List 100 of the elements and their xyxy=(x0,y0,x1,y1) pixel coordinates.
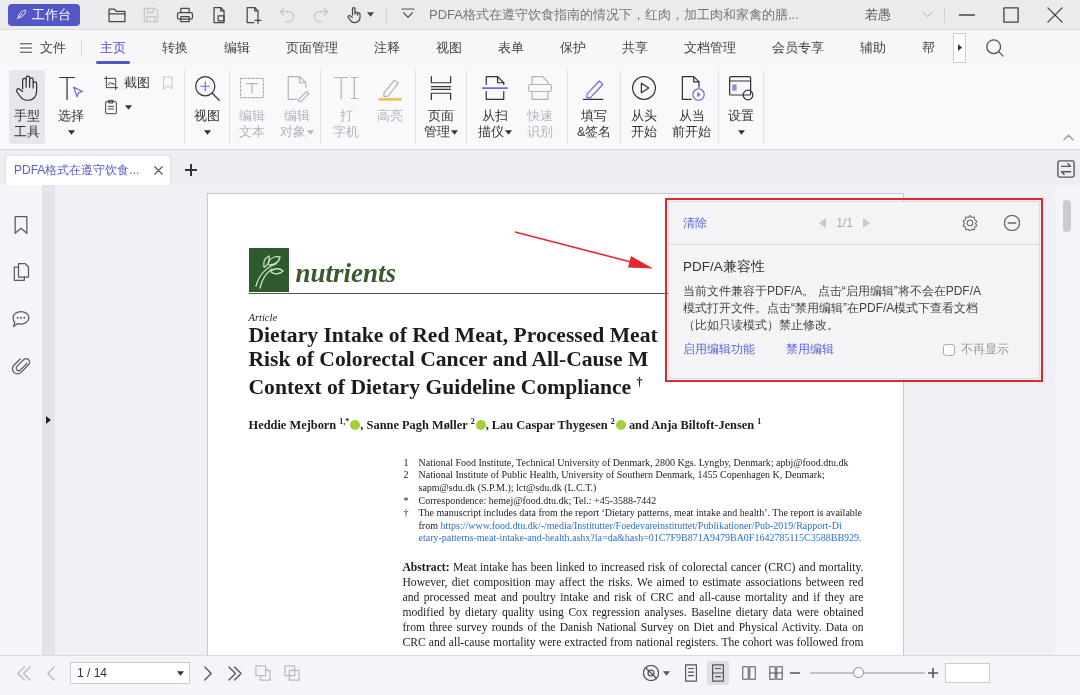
snapshot-button[interactable]: 截图 xyxy=(103,72,150,94)
workspace-button[interactable]: 工作台 xyxy=(8,3,80,26)
caret-icon[interactable] xyxy=(204,130,211,136)
document-tab[interactable]: PDFA格式在遵守饮食... xyxy=(5,155,171,185)
caret-icon[interactable] xyxy=(68,130,75,136)
menu-tab[interactable]: 注释 xyxy=(356,30,418,65)
menu-tab[interactable]: 辅助 xyxy=(842,30,904,65)
single-page-icon[interactable] xyxy=(684,664,698,682)
action-link[interactable]: 启用编辑功能 xyxy=(683,341,755,358)
footnote-text: The manuscript includes data from the report ‘Dietary patterns, meat intake and health’. The report is available from https://www.food.dtu.dk/-/media/Institutter/Foedevareinstituttet/Publikationer/Pub-2019/Rapport-Di etary-patterns-meat-intake-and-health.ashx?la=da&hash=01C7F9B871A9479BA0F1642785115C3588BB929. xyxy=(418,507,864,545)
slider-thumb[interactable] xyxy=(852,667,864,678)
zoom-in-icon xyxy=(193,74,221,102)
page-field[interactable]: 1 / 14 xyxy=(70,662,190,684)
caret-icon[interactable] xyxy=(451,130,458,136)
window-gear-icon xyxy=(727,74,756,102)
continuous-pages-icon[interactable] xyxy=(707,661,729,685)
url-link[interactable]: https://www.food.dtu.dk/-/media/Institutter/Foedevareinstituttet/Publikationer/Pub-2019/Rapport-Di xyxy=(440,519,842,531)
scrollbar-thumb[interactable] xyxy=(1063,200,1071,232)
menu-tab[interactable]: 表单 xyxy=(480,30,542,65)
select-button[interactable]: 选择 xyxy=(53,70,89,144)
menu-tab[interactable]: 保护 xyxy=(542,30,604,65)
footnote-text: National Food Institute, Technical University of Denmark, 2800 Kgs. Lyngby, Denmark; apbj@food.dtu.dk xyxy=(418,456,850,470)
author-name: , Lau Caspar Thygesen $^{2}$ xyxy=(485,416,615,433)
plus-icon[interactable] xyxy=(185,164,197,176)
feather-icon xyxy=(15,8,28,21)
caret-icon[interactable] xyxy=(663,670,670,676)
two-pages-icon[interactable] xyxy=(742,664,756,682)
footnote-mark: 2 xyxy=(403,469,410,483)
menu-tab[interactable]: 视图 xyxy=(418,30,480,65)
caret-icon[interactable] xyxy=(177,670,184,676)
pages-icon[interactable] xyxy=(11,262,31,282)
maximize-icon[interactable] xyxy=(1003,6,1019,23)
comment-icon[interactable] xyxy=(11,309,31,329)
caret-right-icon xyxy=(957,44,962,51)
menu-tab[interactable]: 共享 xyxy=(604,30,666,65)
article-title-line: Dietary Intake of Red Meat, Processed Meat xyxy=(248,324,658,348)
author-name: and Anja Biltoft-Jensen $^{1}$ xyxy=(627,416,762,433)
caret-icon[interactable] xyxy=(505,130,512,136)
menu-tab[interactable]: 页面管理 xyxy=(268,30,356,65)
play-circle-icon xyxy=(630,74,659,102)
double-chevron-right-icon[interactable] xyxy=(228,665,242,681)
panel-message: 当前文件兼容于PDF/A。 点击“启用编辑”将不会在PDF/A模式打开文件。点击“禁用编辑”在PDF/A模式下查看文档（比如只读模式）禁止修改。 xyxy=(683,283,982,334)
clipboard-icon[interactable] xyxy=(103,99,119,115)
view-button[interactable]: 视图 xyxy=(189,70,225,144)
zoom-field[interactable] xyxy=(945,663,990,683)
chevron-up-icon[interactable] xyxy=(1063,134,1074,141)
settings-button[interactable]: 设置 xyxy=(723,70,760,144)
caret-icon[interactable] xyxy=(125,104,132,110)
footnote-text: Correspondence: hemej@food.dtu.dk; Tel.: +45-3588-7442 xyxy=(418,494,658,508)
tab-scroll-button[interactable] xyxy=(953,32,966,63)
play-from-current-button[interactable]: 从当 前开始 xyxy=(670,70,714,144)
menu-tab[interactable]: 文档管理 xyxy=(666,30,754,65)
crop-frame-icon xyxy=(103,75,119,91)
hand-tool-button[interactable]: 手型 工具 xyxy=(9,70,45,144)
journal-name: nutrients xyxy=(295,257,397,289)
close-icon[interactable] xyxy=(154,166,163,175)
panel-heading: PDF/A兼容性 xyxy=(683,258,765,276)
search-icon[interactable] xyxy=(986,38,1004,57)
abstract-paragraph: Abstract: Meat intake has been linked to increased risk of colorectal cancer (CRC) and mortality. However, diet composition may affect the risks. We aimed to estimate associations between red and processed meat and poultry intake and risk of CRC and all-cause mortality and if they are modified by dietary quality using Cox regression analyses. Baseline dietary data were obtained from three survey rounds of the Danish National Survey on Diet and Physical Activity. Data on CRC and all-cause mortality were extracted from national registers. The cohort was followed from xyxy=(402,560,864,651)
gear-icon[interactable] xyxy=(962,215,978,231)
page-manage-button[interactable]: 页面 管理 xyxy=(422,70,460,144)
file-menu-button[interactable]: 文件 xyxy=(20,38,66,57)
menu-icon xyxy=(20,41,32,54)
menu-tab[interactable]: 会员专享 xyxy=(754,30,842,65)
clear-link[interactable]: 清除 xyxy=(683,214,707,232)
footnote-mark: * xyxy=(403,494,410,508)
menu-tab[interactable]: 主页 xyxy=(82,30,144,65)
scanner-icon xyxy=(481,74,509,102)
menu-tab[interactable]: 编辑 xyxy=(206,30,268,65)
checkbox-label: 不再显示 xyxy=(961,341,1009,358)
display-mode-icon[interactable] xyxy=(643,665,659,681)
footnote-mark: † xyxy=(403,507,410,521)
url-link[interactable]: etary-patterns-meat-intake-and-health.ashx?la=da&hash=01C7F9B871A9479BA0F1642785115C3588BB929. xyxy=(418,532,862,544)
article-title-line: Risk of Colorectal Cancer and All-Cause M xyxy=(248,347,649,371)
action-link[interactable]: 禁用编辑 xyxy=(786,341,834,358)
scan-button[interactable]: 从扫 描仪 xyxy=(476,70,514,144)
plus-icon[interactable] xyxy=(928,668,938,678)
fill-sign-button[interactable]: 填写 &签名 xyxy=(575,70,614,144)
paperclip-icon[interactable] xyxy=(11,356,31,376)
two-pages-grid-icon[interactable] xyxy=(769,664,783,682)
arrows-box-icon[interactable] xyxy=(1057,160,1075,178)
close-icon[interactable] xyxy=(1047,6,1063,23)
article-title-line: Context of Dietary Guideline Compliance $^{†}$ xyxy=(248,374,643,400)
window-title: PDFA格式在遵守饮食指南的情况下，红肉，加工肉和家禽的膳... xyxy=(429,5,799,24)
menu-tab[interactable]: 帮 xyxy=(904,30,953,65)
menu-tab[interactable]: 转换 xyxy=(144,30,206,65)
author-name: Heddie Mejborn $^{1,*}$ xyxy=(248,416,350,433)
play-from-start-button[interactable]: 从头 开始 xyxy=(626,70,663,144)
caret-right-icon[interactable] xyxy=(46,416,51,424)
checkbox[interactable] xyxy=(943,343,955,356)
user-name[interactable]: 若愚 xyxy=(865,5,891,24)
caret-icon[interactable] xyxy=(367,12,374,17)
i-beam-icon xyxy=(332,74,360,102)
caret-icon[interactable] xyxy=(738,130,746,136)
document-scan-icon xyxy=(526,74,554,102)
footnote-text: National Institute of Public Health, University of Southern Denmark, 1455 Copenhagen K, Denmark; sapm@sdu.dk (S.P.M.); lct@sdu.dk (L.C.T.) xyxy=(418,469,826,495)
article-type: Article xyxy=(248,311,278,324)
chevron-right-icon[interactable] xyxy=(201,665,215,681)
author-name: , Sanne Pagh Møller $^{2}$ xyxy=(360,416,475,433)
footnote-mark: 1 xyxy=(403,456,410,470)
